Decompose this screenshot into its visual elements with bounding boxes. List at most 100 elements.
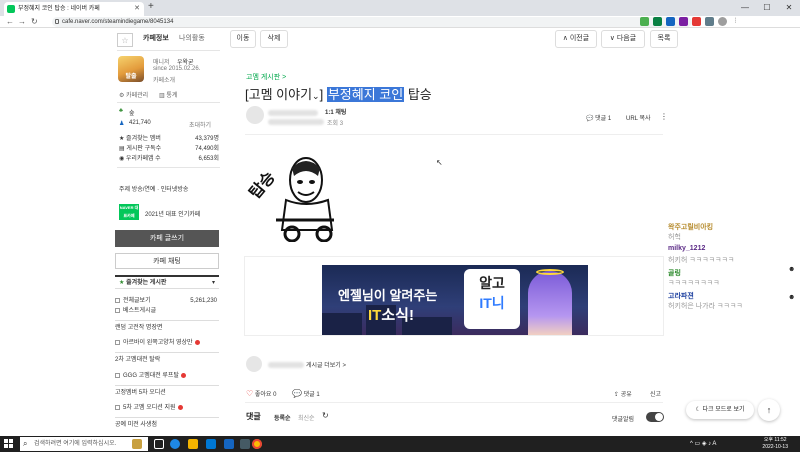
it-news-banner[interactable]: 엔젤님이 알려주는 IT소식! 알고 IT니 — [322, 265, 588, 335]
cafe-logo[interactable]: 탈출 — [118, 56, 144, 82]
banner-character — [528, 271, 572, 335]
board-link[interactable]: 고멤 게시판 > — [246, 72, 286, 82]
favorite-boards-header[interactable]: ★ 즐겨찾는 게시판 ▾ — [115, 275, 219, 289]
windows-start-icon[interactable] — [4, 439, 14, 449]
chrome-icon[interactable] — [252, 439, 262, 449]
sort-recent-tab[interactable]: 최신순 — [298, 413, 315, 422]
browser-tab[interactable]: 부정혜지 코인 탑승 : 네이버 카페 ✕ — [4, 2, 144, 16]
emoji-icon: ☻ — [788, 266, 796, 273]
next-post-button[interactable]: ∨ 다음글 — [601, 30, 645, 48]
menu-item[interactable]: 5차 고멤 오디션 지원 — [115, 403, 219, 413]
stats-link[interactable]: ▥ 통계 — [159, 90, 177, 99]
maximize-button[interactable]: ☐ — [756, 0, 778, 16]
address-bar[interactable]: cafe.naver.com/steamindiegame/8045134 — [52, 17, 692, 27]
post-image-meme: 탑승 — [246, 150, 336, 243]
tab-cafe-info[interactable]: 카페정보 — [143, 33, 169, 45]
app-icon[interactable] — [224, 439, 234, 449]
dark-mode-button[interactable]: ☾ 다크 모드로 보기 — [686, 401, 754, 419]
cafe-chat-button[interactable]: 카페 채팅 — [115, 253, 219, 269]
new-tab-button[interactable]: + — [148, 1, 154, 12]
refresh-icon[interactable]: ↻ — [322, 411, 329, 420]
lock-icon — [55, 19, 59, 24]
list-button[interactable]: 목록 — [650, 30, 678, 48]
extension-icon[interactable] — [679, 17, 688, 26]
url-copy-button[interactable]: URL 복사 — [626, 113, 651, 122]
close-window-button[interactable]: ✕ — [778, 0, 800, 16]
extension-icon[interactable] — [705, 17, 714, 26]
menu-item[interactable]: 고정멤버 5차 오디션 — [115, 388, 219, 398]
author-avatar-small[interactable] — [246, 356, 262, 372]
cafe-level: 숲 — [129, 111, 135, 117]
comment-bubble-icon: 💬 — [292, 389, 302, 398]
like-button[interactable]: ♡ 좋아요 0 — [246, 389, 276, 398]
extension-icon[interactable] — [692, 17, 701, 26]
menu-item[interactable]: 랜덤 고전작 명장면 — [115, 323, 219, 333]
extension-icon[interactable] — [653, 17, 662, 26]
author-more-posts-link[interactable]: 게시글 더보기 > — [306, 360, 346, 369]
scroll-top-button[interactable]: ↑ — [758, 399, 780, 421]
cafe-intro-link[interactable]: 카페소개 — [153, 75, 175, 84]
chat-username: milky_1212 — [668, 245, 706, 252]
extension-icon[interactable] — [666, 17, 675, 26]
url-text: cafe.naver.com/steamindiegame/8045134 — [62, 19, 174, 25]
reload-icon[interactable]: ↻ — [31, 16, 38, 28]
menu-item[interactable]: GGG 고멤대전 루프탈 — [115, 371, 219, 381]
comment-alarm-toggle[interactable] — [646, 412, 664, 422]
share-button[interactable]: ⇪ 공유 — [614, 389, 632, 398]
move-button[interactable]: 이동 — [230, 30, 256, 48]
taskbar-search-input[interactable]: 검색하려면 여기에 입력하십시오. — [20, 437, 148, 451]
app-icon[interactable] — [240, 439, 250, 449]
back-arrow-icon[interactable]: ← — [6, 16, 14, 28]
board-icon — [115, 297, 120, 303]
tab-close-icon[interactable]: ✕ — [134, 2, 140, 16]
extension-icons: ⋮ — [640, 17, 740, 26]
divider — [115, 320, 219, 321]
divider — [115, 352, 219, 353]
extension-icon[interactable] — [640, 17, 649, 26]
profile-avatar-icon[interactable] — [718, 17, 727, 26]
one-to-one-chat-link[interactable]: 1:1 채팅 — [325, 107, 346, 116]
windows-taskbar: 검색하려면 여기에 입력하십시오. ^ ▭ ◈ ♪ A 오후 11:52 202… — [0, 436, 800, 452]
menu-item-all-posts[interactable]: 전체글보기 5,261,230 — [115, 296, 219, 306]
favorite-star-icon[interactable]: ☆ — [117, 33, 133, 47]
tab-my-activity[interactable]: 나의활동 — [179, 33, 205, 45]
new-dot-icon — [177, 404, 183, 410]
chat-message: 허키허 ㅋㅋㅋㅋㅋㅋㅋ — [668, 257, 735, 264]
divider — [117, 167, 220, 168]
invite-link[interactable]: 초대하기 — [189, 120, 211, 129]
minimize-button[interactable]: — — [734, 0, 756, 16]
report-button[interactable]: 신고 — [650, 389, 661, 398]
menu-item[interactable]: 2차 고멤대전 탈락 — [115, 355, 219, 365]
menu-item[interactable]: 아르바이 왼쪽고양처 영상만 — [115, 338, 219, 348]
cafe-manage-link[interactable]: ⚙ 카페관리 — [119, 90, 148, 99]
prev-post-button[interactable]: ∧ 이전글 — [555, 30, 597, 48]
menu-dots-icon[interactable]: ⋮ — [731, 17, 740, 26]
comment-button[interactable]: 💬 댓글 1 — [292, 389, 320, 398]
edge-browser-icon[interactable] — [170, 439, 180, 449]
forward-arrow-icon[interactable]: → — [18, 16, 26, 28]
chat-message: 허헉 — [668, 234, 681, 241]
title-highlight: 부정혜지 코인 — [326, 87, 405, 102]
write-post-button[interactable]: 카페 글쓰기 — [115, 230, 219, 247]
stat-row: ◉ 우리카페앱 수 6,653회 — [119, 156, 219, 162]
file-explorer-icon[interactable] — [188, 439, 198, 449]
browser-toolbar: ← → ↻ cafe.naver.com/steamindiegame/8045… — [0, 16, 800, 28]
board-icon — [115, 372, 120, 378]
manager-name[interactable]: 우왁굳 — [177, 57, 194, 66]
store-icon[interactable] — [206, 439, 216, 449]
sort-register-tab[interactable]: 등록순 — [274, 413, 291, 422]
title-chevron-icon[interactable]: ⌄ — [312, 91, 320, 101]
delete-button[interactable]: 삭제 — [260, 30, 288, 48]
menu-item[interactable]: 공예 미전 사생첨 — [115, 420, 219, 430]
comments-title: 댓글 — [246, 412, 261, 421]
task-view-icon[interactable] — [154, 439, 164, 449]
taskbar-clock[interactable]: 오후 11:52 2022-10-13 — [762, 437, 788, 451]
emoji-icon: ☻ — [788, 294, 796, 301]
system-tray-icons[interactable]: ^ ▭ ◈ ♪ A — [690, 440, 716, 447]
author-name-blurred — [268, 110, 318, 116]
author-avatar[interactable] — [246, 106, 264, 124]
comment-count-link[interactable]: 💬 댓글 1 — [586, 113, 611, 122]
more-options-icon[interactable]: ⋮ — [660, 112, 668, 121]
window-controls: — ☐ ✕ — [734, 0, 800, 16]
menu-item[interactable]: 베스트게시글 — [115, 306, 219, 316]
